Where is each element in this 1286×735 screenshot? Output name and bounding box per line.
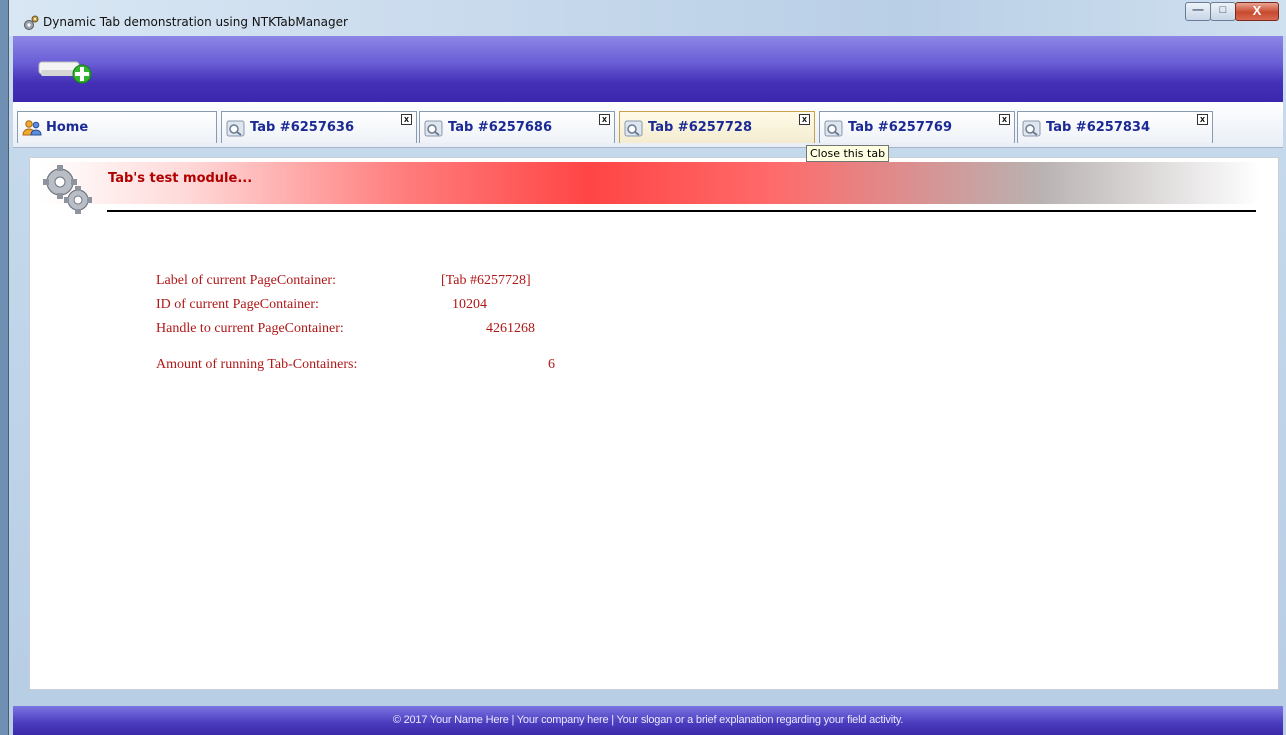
amount-value: 6	[548, 357, 555, 372]
close-icon: X	[1252, 3, 1262, 18]
search-gear-icon	[624, 120, 643, 136]
module-title: Tab's test module...	[108, 171, 253, 186]
maximize-icon: □	[1219, 4, 1227, 16]
handle-value: 4261268	[486, 321, 535, 336]
handle-caption: Handle to current PageContainer:	[156, 321, 344, 336]
minimize-icon: —	[1192, 4, 1204, 16]
handle-row: Handle to current PageContainer: 4261268	[156, 321, 535, 337]
window-title: Dynamic Tab demonstration using NTKTabMa…	[43, 15, 348, 29]
label-row: Label of current PageContainer: [Tab #62…	[156, 273, 531, 289]
search-gear-icon	[424, 120, 443, 136]
page-container: Tab's test module... Label of current Pa…	[29, 157, 1279, 690]
label-value: [Tab #6257728]	[441, 273, 531, 288]
tab-close-icon[interactable]: x	[1197, 114, 1208, 125]
app-window: Dynamic Tab demonstration using NTKTabMa…	[8, 0, 1286, 735]
window-controls: — □ X	[1185, 2, 1279, 21]
search-gear-icon	[226, 120, 245, 136]
tab-label: Tab #6257769	[848, 120, 953, 135]
gears-icon	[43, 165, 92, 214]
id-caption: ID of current PageContainer:	[156, 297, 319, 312]
amount-caption: Amount of running Tab-Containers:	[156, 357, 358, 372]
maximize-button[interactable]: □	[1210, 2, 1236, 21]
users-icon	[22, 119, 42, 135]
footer: © 2017 Your Name Here | Your company her…	[13, 706, 1283, 735]
add-module-icon[interactable]	[37, 52, 93, 86]
label-caption: Label of current PageContainer:	[156, 273, 336, 288]
divider	[107, 210, 1256, 212]
tab-close-icon[interactable]: x	[799, 114, 810, 125]
tab-label: Tab #6257728	[648, 120, 753, 135]
minimize-button[interactable]: —	[1185, 2, 1211, 21]
tab-strip: Home Tab #6257636 x Tab #6257686 x Tab #…	[13, 102, 1283, 148]
search-gear-icon	[1022, 120, 1041, 136]
tab-close-icon[interactable]: x	[599, 114, 610, 125]
tab-6257636[interactable]: Tab #6257636 x	[221, 111, 417, 143]
title-bar[interactable]: Dynamic Tab demonstration using NTKTabMa…	[9, 0, 1286, 36]
amount-row: Amount of running Tab-Containers: 6	[156, 357, 555, 373]
close-window-button[interactable]: X	[1235, 2, 1279, 21]
tab-6257686[interactable]: Tab #6257686 x	[419, 111, 615, 143]
tab-label: Tab #6257686	[448, 120, 553, 135]
id-row: ID of current PageContainer: 10204	[156, 297, 487, 313]
search-gear-icon	[824, 120, 843, 136]
close-tab-tooltip: Close this tab	[806, 145, 890, 162]
tab-6257728[interactable]: Tab #6257728 x	[619, 111, 815, 143]
tab-label: Tab #6257834	[1046, 120, 1151, 135]
tab-label: Home	[46, 120, 89, 135]
tab-close-icon[interactable]: x	[999, 114, 1010, 125]
tab-close-icon[interactable]: x	[401, 114, 412, 125]
tab-home[interactable]: Home	[17, 111, 217, 143]
tab-label: Tab #6257636	[250, 120, 355, 135]
id-value: 10204	[452, 297, 487, 312]
app-gear-icon	[24, 15, 39, 30]
tab-6257834[interactable]: Tab #6257834 x	[1017, 111, 1213, 143]
toolbar	[13, 36, 1283, 102]
tab-6257769[interactable]: Tab #6257769 x	[819, 111, 1015, 143]
